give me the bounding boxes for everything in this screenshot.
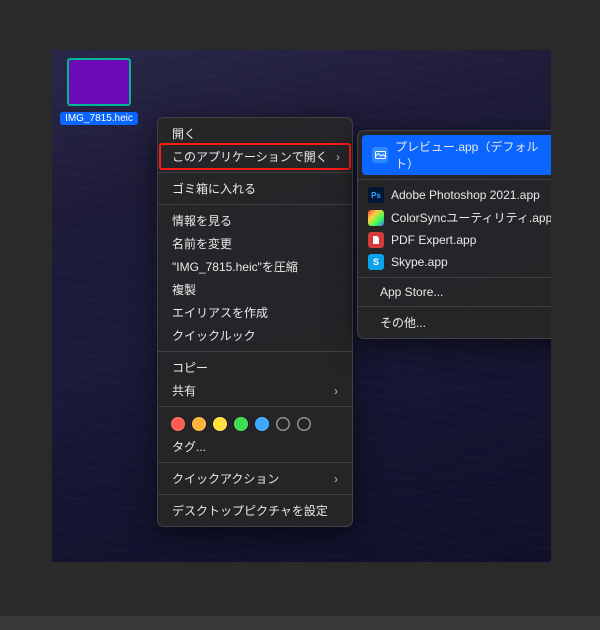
menu-tags-label: タグ... (172, 438, 206, 455)
desktop-wallpaper: IMG_7815.heic 開く このアプリケーションで開く › ゴミ箱に入れる… (52, 50, 551, 562)
submenu-pdfexpert[interactable]: PDF Expert.app (358, 229, 551, 251)
tag-color-dot[interactable] (297, 417, 311, 431)
menu-get-info-label: 情報を見る (172, 212, 232, 229)
menu-make-alias[interactable]: エイリアスを作成 (158, 301, 352, 324)
menu-quick-actions[interactable]: クイックアクション › (158, 467, 352, 490)
menu-separator (358, 306, 551, 307)
submenu-other[interactable]: その他... (358, 311, 551, 334)
colorsync-app-icon (368, 210, 384, 226)
submenu-colorsync-label: ColorSyncユーティリティ.app (391, 209, 551, 226)
menu-open-label: 開く (172, 125, 196, 142)
chevron-right-icon: › (334, 384, 338, 398)
chevron-right-icon: › (334, 472, 338, 486)
tag-color-row (158, 411, 352, 435)
submenu-photoshop[interactable]: Ps Adobe Photoshop 2021.app (358, 184, 551, 206)
menu-share[interactable]: 共有 › (158, 379, 352, 402)
file-name-label: IMG_7815.heic (60, 112, 138, 125)
tag-color-dot[interactable] (171, 417, 185, 431)
open-with-submenu: プレビュー.app（デフォルト） Ps Adobe Photoshop 2021… (357, 130, 551, 339)
pdfexpert-app-icon (368, 232, 384, 248)
submenu-colorsync[interactable]: ColorSyncユーティリティ.app (358, 206, 551, 229)
skype-app-icon: S (368, 254, 384, 270)
menu-rename[interactable]: 名前を変更 (158, 232, 352, 255)
submenu-photoshop-label: Adobe Photoshop 2021.app (391, 188, 540, 202)
menu-make-alias-label: エイリアスを作成 (172, 304, 268, 321)
submenu-other-label: その他... (368, 314, 426, 331)
menu-compress-label: "IMG_7815.heic"を圧縮 (172, 258, 298, 275)
desktop-file[interactable]: IMG_7815.heic (60, 58, 138, 125)
menu-copy[interactable]: コピー (158, 356, 352, 379)
menu-separator (158, 204, 352, 205)
menu-open-with-label: このアプリケーションで開く (172, 148, 328, 165)
menu-separator (158, 494, 352, 495)
submenu-preview[interactable]: プレビュー.app（デフォルト） (362, 135, 551, 175)
menu-set-wallpaper-label: デスクトップピクチャを設定 (172, 502, 328, 519)
menu-open-with[interactable]: このアプリケーションで開く › (162, 145, 348, 168)
tag-color-dot[interactable] (276, 417, 290, 431)
menu-duplicate[interactable]: 複製 (158, 278, 352, 301)
menu-open[interactable]: 開く (158, 122, 352, 145)
submenu-skype-label: Skype.app (391, 255, 448, 269)
menu-rename-label: 名前を変更 (172, 235, 232, 252)
preview-app-icon (372, 147, 388, 163)
menu-share-label: 共有 (172, 382, 196, 399)
submenu-skype[interactable]: S Skype.app (358, 251, 551, 273)
tag-color-dot[interactable] (255, 417, 269, 431)
menu-separator (158, 406, 352, 407)
menu-duplicate-label: 複製 (172, 281, 196, 298)
menu-copy-label: コピー (172, 359, 208, 376)
menu-quick-look-label: クイックルック (172, 327, 256, 344)
menu-quick-look[interactable]: クイックルック (158, 324, 352, 347)
submenu-appstore-label: App Store... (368, 285, 443, 299)
menu-separator (358, 179, 551, 180)
menu-compress[interactable]: "IMG_7815.heic"を圧縮 (158, 255, 352, 278)
submenu-preview-label: プレビュー.app（デフォルト） (395, 138, 551, 172)
tag-color-dot[interactable] (234, 417, 248, 431)
menu-separator (358, 277, 551, 278)
menu-trash-label: ゴミ箱に入れる (172, 180, 256, 197)
tag-color-dot[interactable] (213, 417, 227, 431)
chevron-right-icon: › (336, 150, 340, 164)
photoshop-app-icon: Ps (368, 187, 384, 203)
menu-quick-actions-label: クイックアクション (172, 470, 279, 487)
tag-color-dot[interactable] (192, 417, 206, 431)
context-menu: 開く このアプリケーションで開く › ゴミ箱に入れる 情報を見る 名前を変更 "… (157, 117, 353, 527)
menu-separator (158, 172, 352, 173)
menu-separator (158, 462, 352, 463)
submenu-appstore[interactable]: App Store... (358, 282, 551, 302)
bottom-bar (0, 616, 600, 630)
file-thumbnail (67, 58, 131, 106)
menu-tags[interactable]: タグ... (158, 435, 352, 458)
menu-trash[interactable]: ゴミ箱に入れる (158, 177, 352, 200)
menu-set-wallpaper[interactable]: デスクトップピクチャを設定 (158, 499, 352, 522)
menu-separator (158, 351, 352, 352)
submenu-pdfexpert-label: PDF Expert.app (391, 233, 476, 247)
menu-get-info[interactable]: 情報を見る (158, 209, 352, 232)
